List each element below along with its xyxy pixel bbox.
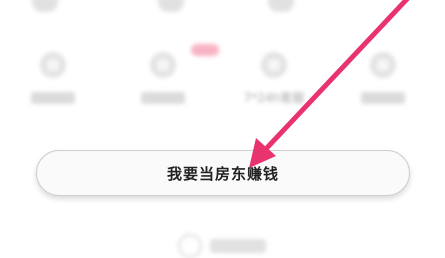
annotation-arrow	[249, 0, 410, 168]
